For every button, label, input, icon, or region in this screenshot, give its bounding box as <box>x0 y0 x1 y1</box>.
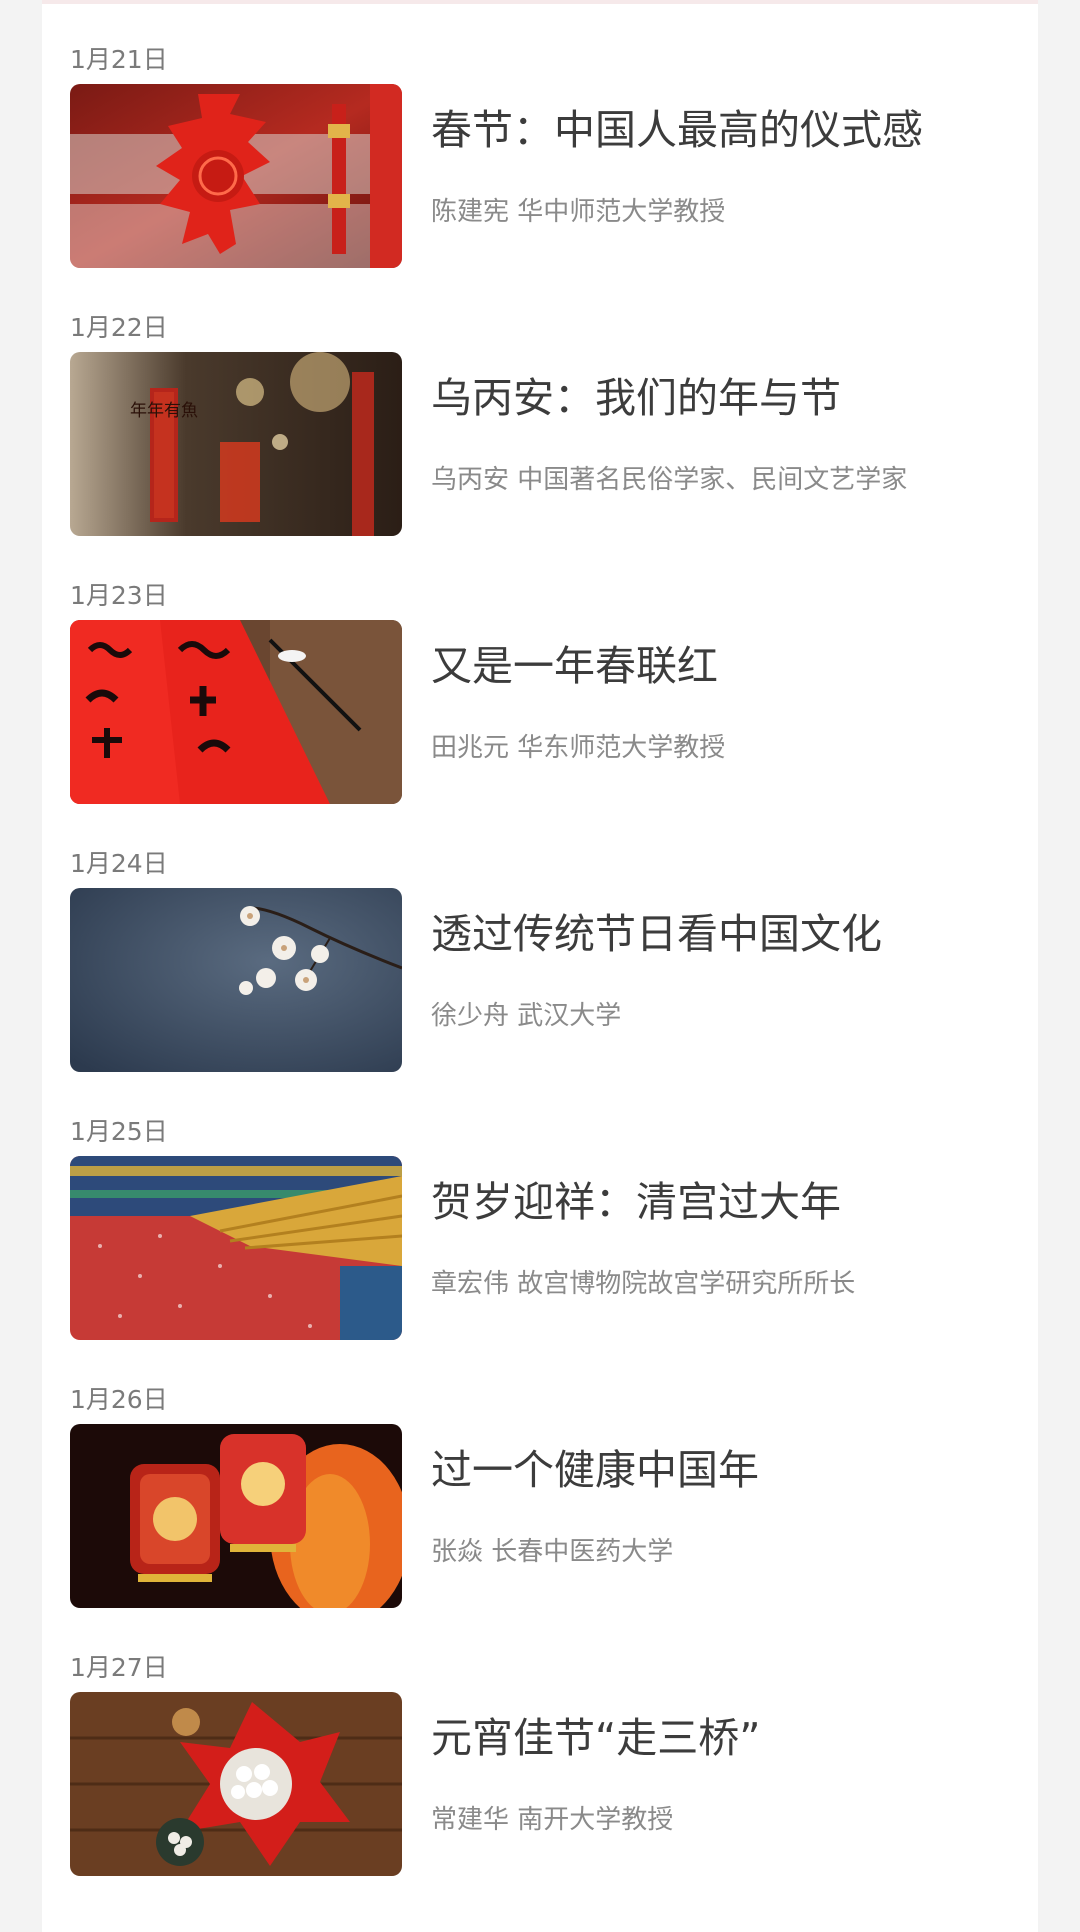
thumbnail-graphic <box>70 1156 402 1340</box>
list-item[interactable]: 1月22日 年年有魚 乌丙安：我们的年与节 乌丙安 中国著名民俗学家、民间文艺学… <box>70 308 1010 576</box>
palace-roof-snow-image[interactable] <box>70 1156 402 1340</box>
list-item[interactable]: 1月21日 春节：中国人最高的仪式感 陈建宪 华中师范大学教授 <box>70 40 1010 308</box>
list-item[interactable]: 1月27日 元宵佳节“走三桥” 常建华 南开大学教授 <box>70 1648 1010 1916</box>
tangyuan-knot-image[interactable] <box>70 1692 402 1876</box>
thumbnail-graphic: 年年有魚 <box>70 352 402 536</box>
thumbnail-graphic <box>70 1424 402 1608</box>
item-author: 陈建宪 华中师范大学教授 <box>431 197 726 227</box>
article-list-card: 1月21日 春节：中国人最高的仪式感 陈建宪 华中师范大学教授 1月22日 年年… <box>42 0 1038 1932</box>
item-date: 1月26日 <box>70 1385 168 1414</box>
item-title[interactable]: 元宵佳节“走三桥” <box>431 1710 1011 1766</box>
item-author: 章宏伟 故宫博物院故宫学研究所所长 <box>431 1269 856 1299</box>
item-date: 1月25日 <box>70 1117 168 1146</box>
item-title[interactable]: 贺岁迎祥：清宫过大年 <box>431 1174 1011 1230</box>
thumbnail-graphic <box>70 1692 402 1876</box>
item-date: 1月22日 <box>70 313 168 342</box>
item-title[interactable]: 透过传统节日看中国文化 <box>431 906 1011 962</box>
item-author: 张焱 长春中医药大学 <box>431 1537 674 1567</box>
item-date: 1月21日 <box>70 45 168 74</box>
list-item[interactable]: 1月25日 贺岁迎祥：清宫过大年 章宏伟 故宫博物院故宫学研究所所长 <box>70 1112 1010 1380</box>
plum-blossom-image[interactable] <box>70 888 402 1072</box>
item-author: 徐少舟 武汉大学 <box>431 1001 622 1031</box>
item-date: 1月24日 <box>70 849 168 878</box>
item-title[interactable]: 乌丙安：我们的年与节 <box>431 370 1011 426</box>
item-author: 乌丙安 中国著名民俗学家、民间文艺学家 <box>431 465 908 495</box>
lantern-couplet-image[interactable]: 年年有魚 <box>70 352 402 536</box>
spring-festival-decoration-image[interactable] <box>70 84 402 268</box>
item-title[interactable]: 又是一年春联红 <box>431 638 1011 694</box>
item-date: 1月23日 <box>70 581 168 610</box>
item-title[interactable]: 过一个健康中国年 <box>431 1442 1011 1498</box>
item-title[interactable]: 春节：中国人最高的仪式感 <box>431 102 1011 158</box>
list-item[interactable]: 1月24日 透过传统节日看中国文化 徐少舟 武汉大学 <box>70 844 1010 1112</box>
thumbnail-graphic <box>70 620 402 804</box>
couplet-calligraphy-image[interactable] <box>70 620 402 804</box>
red-lanterns-image[interactable] <box>70 1424 402 1608</box>
svg-text:年年有魚: 年年有魚 <box>130 401 198 421</box>
item-date: 1月27日 <box>70 1653 168 1682</box>
list-item[interactable]: 1月26日 过一个健康中国年 张焱 长春中医药大学 <box>70 1380 1010 1648</box>
list-item[interactable]: 1月23日 又是一年春联红 田兆元 华东师范大学教授 <box>70 576 1010 844</box>
thumbnail-caption-text: 年年有魚 <box>130 401 198 421</box>
item-author: 田兆元 华东师范大学教授 <box>431 733 726 763</box>
thumbnail-graphic <box>70 84 402 268</box>
item-author: 常建华 南开大学教授 <box>431 1805 674 1835</box>
thumbnail-graphic <box>70 888 402 1072</box>
